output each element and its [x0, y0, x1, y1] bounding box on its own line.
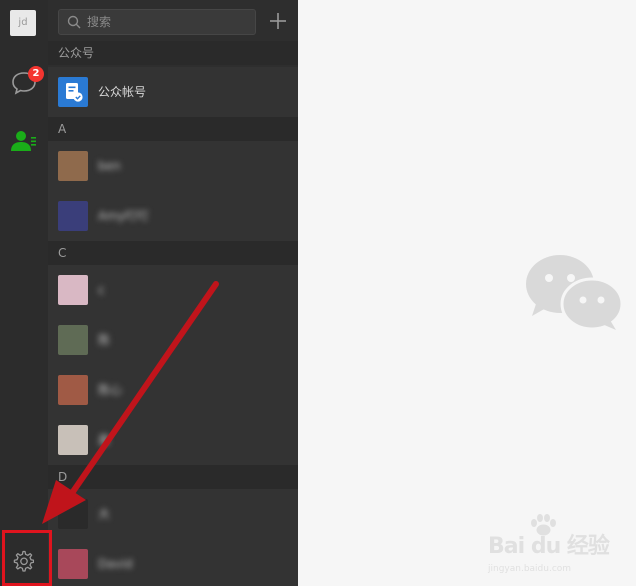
watermark-brand: Bai du 经验: [488, 534, 610, 559]
contact-avatar: [58, 151, 88, 181]
settings-highlight-box: [2, 530, 52, 586]
contact-avatar: [58, 425, 88, 455]
contact-name: 大: [98, 507, 111, 521]
contact-name: 陈: [98, 333, 111, 347]
contact-row[interactable]: 晨: [48, 415, 298, 465]
contact-name: 陈心: [98, 383, 123, 397]
contact-row[interactable]: David: [48, 539, 298, 586]
section-header-c: C: [48, 241, 298, 265]
contact-row[interactable]: 陈心: [48, 365, 298, 415]
search-box[interactable]: [58, 9, 256, 35]
contact-row[interactable]: c: [48, 265, 298, 315]
contact-name: Amy叮叮: [98, 209, 150, 223]
contact-avatar: [58, 275, 88, 305]
section-header-a: A: [48, 117, 298, 141]
sidebar: jd 2: [0, 0, 48, 586]
unread-badge: 2: [28, 66, 44, 82]
contact-name: David: [98, 557, 133, 571]
search-icon: [67, 15, 81, 29]
contact-row[interactable]: ben: [48, 141, 298, 191]
contact-avatar: [58, 375, 88, 405]
contact-avatar: [58, 325, 88, 355]
section-header-d: D: [48, 465, 298, 489]
contact-row[interactable]: 陈: [48, 315, 298, 365]
contacts-icon[interactable]: [10, 128, 38, 154]
baidu-jingyan-watermark: Bai du 经验 jingyan.baidu.com: [488, 514, 628, 584]
contact-avatar: [58, 499, 88, 529]
my-avatar[interactable]: jd: [10, 10, 36, 36]
official-account-row[interactable]: 公众帐号: [48, 67, 298, 117]
contact-row[interactable]: Amy叮叮: [48, 191, 298, 241]
add-icon[interactable]: [269, 12, 287, 30]
contact-name: 晨: [98, 433, 111, 447]
section-header-official: 公众号: [48, 41, 298, 65]
contact-list-panel: 公众号 公众帐号 A ben Amy叮叮 C c 陈 陈心 晨 D: [48, 0, 298, 586]
search-input[interactable]: [87, 10, 247, 34]
contact-avatar: [58, 549, 88, 579]
contact-name: ben: [98, 159, 121, 173]
contact-row[interactable]: 大: [48, 489, 298, 539]
official-account-label: 公众帐号: [98, 85, 147, 99]
contact-avatar: [58, 201, 88, 231]
contact-name: c: [98, 283, 105, 297]
watermark-url: jingyan.baidu.com: [488, 564, 572, 574]
official-account-icon: [58, 77, 88, 107]
wechat-logo-icon: [526, 255, 624, 331]
